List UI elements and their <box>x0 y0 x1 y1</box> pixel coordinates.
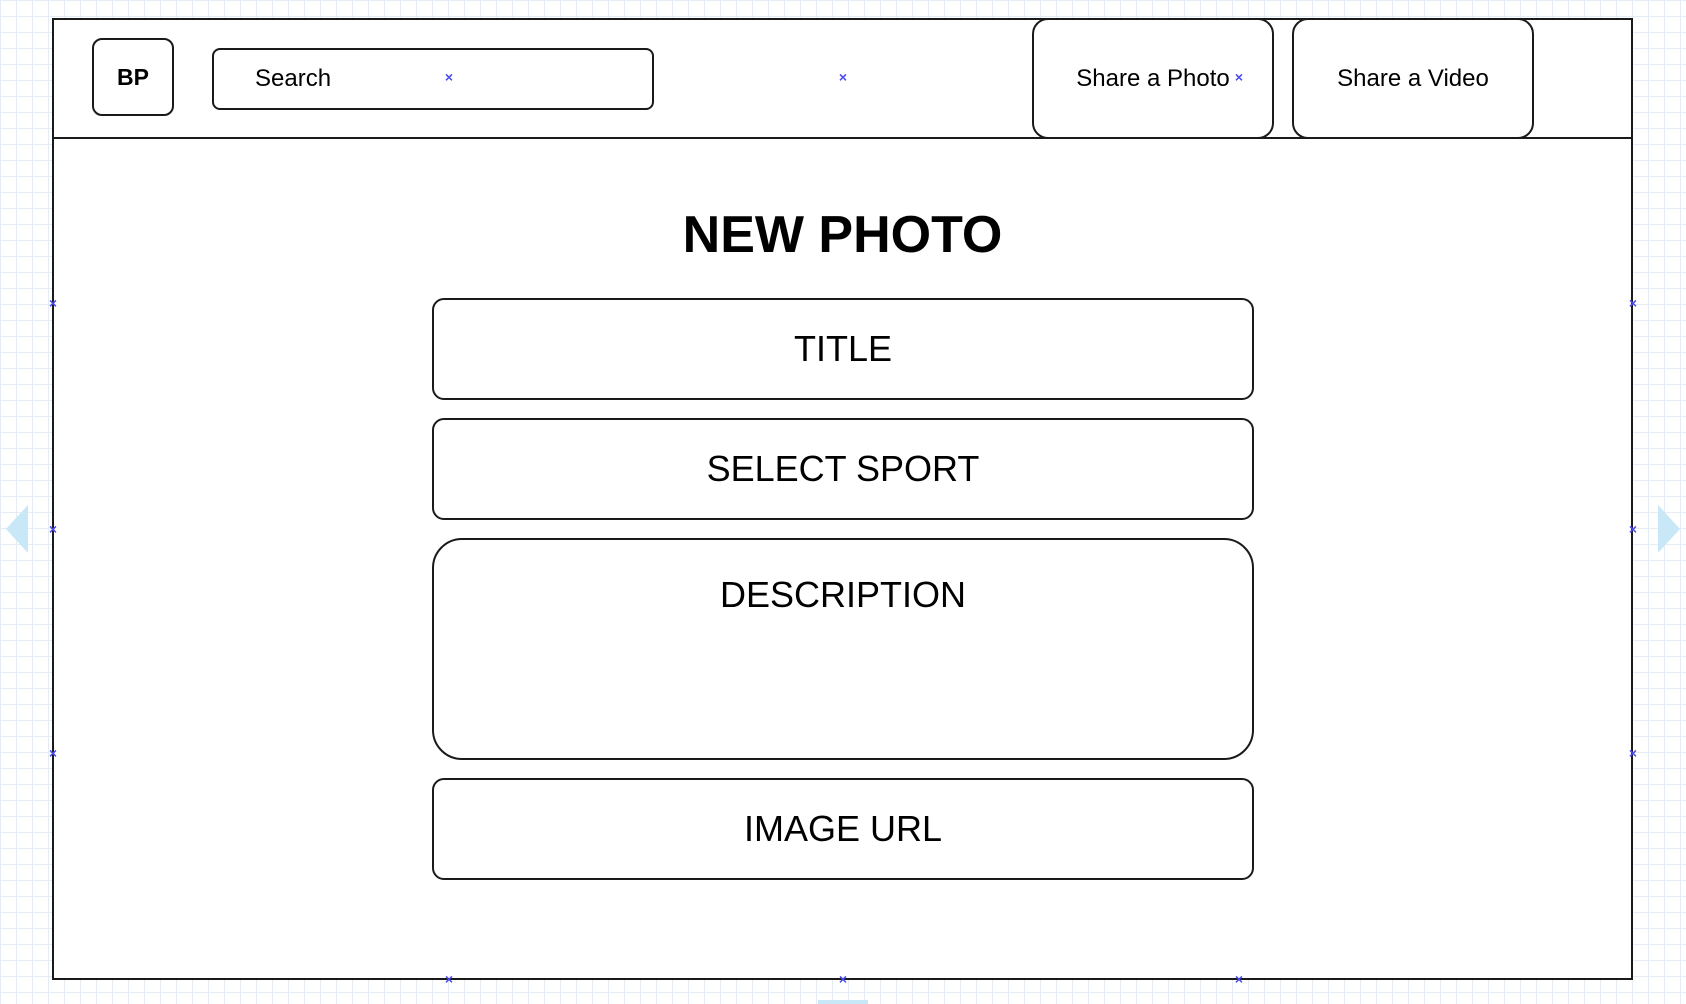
connection-point-icon[interactable]: × <box>443 70 455 84</box>
connection-point-icon[interactable]: × <box>837 972 849 986</box>
right-arrow-icon[interactable] <box>1658 505 1680 553</box>
bottom-handle[interactable] <box>818 1000 868 1004</box>
connection-point-icon[interactable]: × <box>1233 70 1245 84</box>
connection-point-icon[interactable]: × <box>47 296 59 310</box>
connection-point-icon[interactable]: × <box>1627 746 1639 760</box>
select-sport-field[interactable]: SELECT SPORT <box>432 418 1254 520</box>
title-field[interactable]: TITLE <box>432 298 1254 400</box>
connection-point-icon[interactable]: × <box>1233 972 1245 986</box>
logo[interactable]: BP <box>92 38 174 116</box>
connection-point-icon[interactable]: × <box>1627 522 1639 536</box>
page-title: NEW PHOTO <box>682 206 1003 264</box>
connection-point-icon[interactable]: × <box>837 70 849 84</box>
image-url-field[interactable]: IMAGE URL <box>432 778 1254 880</box>
connection-point-icon[interactable]: × <box>443 972 455 986</box>
connection-point-icon[interactable]: × <box>47 522 59 536</box>
connection-point-icon[interactable]: × <box>47 746 59 760</box>
share-video-button[interactable]: Share a Video <box>1292 18 1534 139</box>
description-field[interactable]: DESCRIPTION <box>432 538 1254 760</box>
connection-point-icon[interactable]: × <box>1627 296 1639 310</box>
search-input[interactable]: Search <box>212 48 654 110</box>
left-arrow-icon[interactable] <box>6 505 28 553</box>
